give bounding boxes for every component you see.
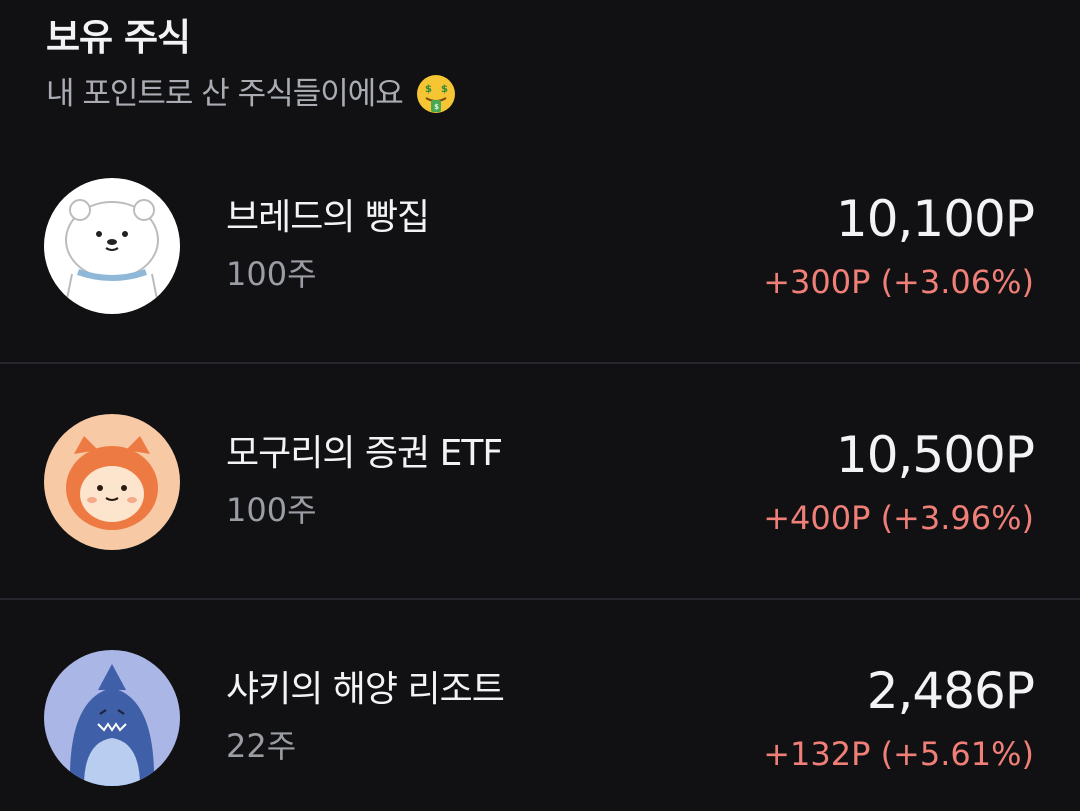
stock-values: 10,100P +300P (+3.06%) [763, 188, 1035, 304]
stock-name: 모구리의 증권 ETF [226, 433, 503, 474]
stock-values: 10,500P +400P (+3.96%) [763, 424, 1035, 540]
stock-quantity: 100주 [226, 255, 317, 293]
stock-price: 10,500P [835, 426, 1035, 484]
polar-bear-icon [44, 178, 180, 314]
blue-shark-icon [44, 650, 180, 786]
stock-info: 모구리의 증권 ETF 100주 [226, 430, 503, 532]
stock-quantity: 22주 [226, 727, 297, 765]
stock-change: +300P (+3.06%) [763, 263, 1034, 301]
stock-info: 브레드의 빵집 100주 [226, 194, 430, 296]
svg-text:$: $ [441, 84, 448, 95]
stock-price: 2,486P [866, 662, 1035, 720]
stock-row-bread-bakery[interactable]: 브레드의 빵집 100주 10,100P +300P (+3.06%) [0, 128, 1080, 364]
section-subtitle: 내 포인트로 산 주식들이에요 [46, 76, 404, 112]
stock-values: 2,486P +132P (+5.61%) [763, 660, 1035, 776]
stock-change: +400P (+3.96%) [763, 499, 1034, 537]
stock-change: +132P (+5.61%) [763, 735, 1034, 773]
svg-text:$: $ [425, 84, 432, 95]
stock-price: 10,100P [835, 190, 1035, 248]
money-mouth-face-icon: $ $ $ [415, 73, 457, 115]
section-title: 보유 주식 [46, 16, 191, 59]
holdings-header: 보유 주식 내 포인트로 산 주식들이에요 $ $ $ [46, 12, 457, 116]
orange-raccoon-icon [44, 414, 180, 550]
stock-name: 샤키의 해양 리조트 [226, 669, 505, 710]
stock-row-shaky-resort[interactable]: 샤키의 해양 리조트 22주 2,486P +132P (+5.61%) [0, 600, 1080, 811]
holdings-list: 브레드의 빵집 100주 10,100P +300P (+3.06%) 모구리의… [0, 128, 1080, 811]
stock-info: 샤키의 해양 리조트 22주 [226, 666, 505, 768]
stock-name: 브레드의 빵집 [226, 197, 430, 238]
section-subtitle-row: 내 포인트로 산 주식들이에요 $ $ $ [46, 72, 457, 116]
stock-quantity: 100주 [226, 491, 317, 529]
stock-row-moguri-etf[interactable]: 모구리의 증권 ETF 100주 10,500P +400P (+3.96%) [0, 364, 1080, 600]
holdings-screen: 보유 주식 내 포인트로 산 주식들이에요 $ $ $ 브레드의 빵집 100주… [0, 0, 1080, 811]
